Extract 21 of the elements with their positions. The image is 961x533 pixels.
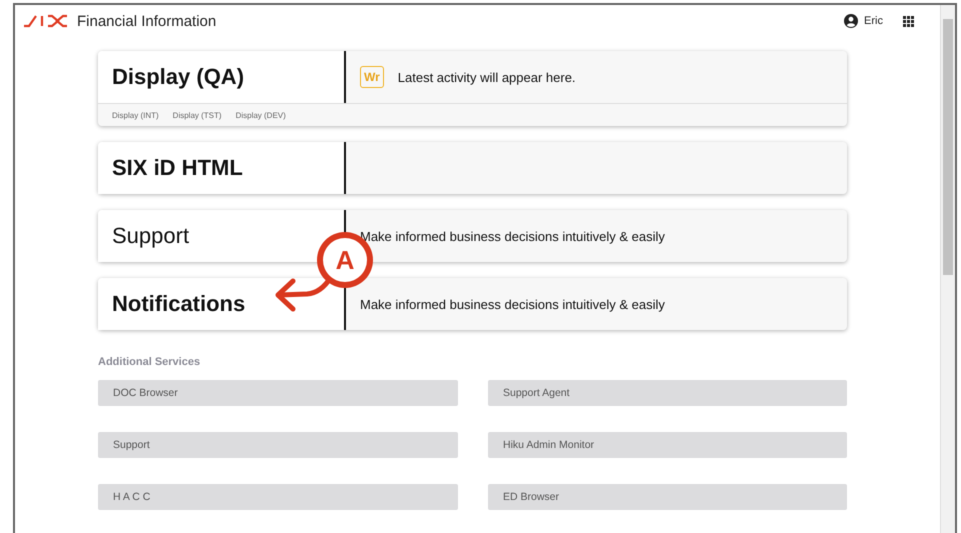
section-heading: Additional Services xyxy=(98,356,202,368)
service-button[interactable]: H A C C xyxy=(98,484,458,510)
six-logo[interactable] xyxy=(23,14,69,28)
card-description: Make informed business decisions intuitively & easily xyxy=(360,296,665,312)
environment-link[interactable]: Display (TST) xyxy=(172,110,222,120)
service-button[interactable]: Support Agent xyxy=(488,380,847,406)
card-description: Latest activity will appear here. xyxy=(398,70,576,84)
service-button[interactable]: DOC Browser xyxy=(98,380,458,406)
account-icon xyxy=(844,14,858,28)
app-title: Financial Information xyxy=(77,12,216,30)
service-button[interactable]: Hiku Admin Monitor xyxy=(488,432,847,458)
environment-link[interactable]: Display (DEV) xyxy=(236,110,286,120)
badge: Wr xyxy=(360,66,384,88)
environment-link[interactable]: Display (INT) xyxy=(112,110,159,120)
apps-grid-icon[interactable] xyxy=(903,16,914,26)
service-button[interactable]: Support xyxy=(98,432,458,458)
user-menu[interactable]: Eric xyxy=(844,14,883,28)
card-title[interactable]: Support xyxy=(112,223,190,249)
card-description: Make informed business decisions intuitively & easily xyxy=(360,228,665,244)
scrollbar[interactable] xyxy=(940,5,955,533)
service-button[interactable]: ED Browser xyxy=(488,484,847,510)
